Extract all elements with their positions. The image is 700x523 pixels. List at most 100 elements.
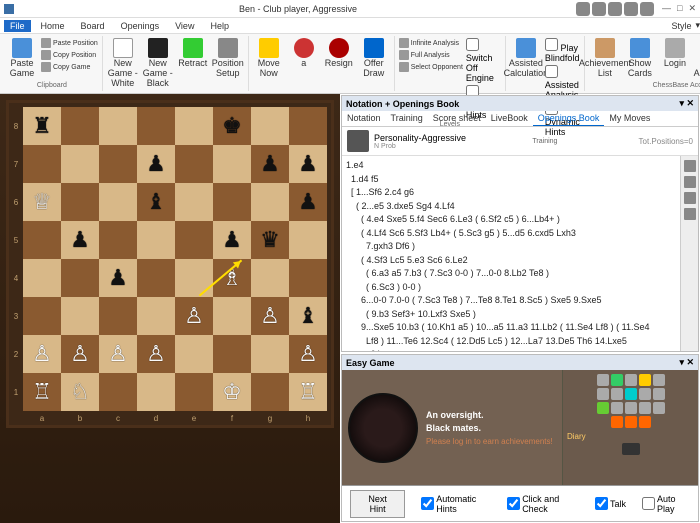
square-e6[interactable] — [175, 183, 213, 221]
square-f5[interactable]: ♟ — [213, 221, 251, 259]
style-dropdown[interactable]: Style — [671, 21, 691, 31]
square-b5[interactable]: ♟ — [61, 221, 99, 259]
square-h1[interactable]: ♖ — [289, 373, 327, 411]
square-g7[interactable]: ♟ — [251, 145, 289, 183]
square-b1[interactable]: ♘ — [61, 373, 99, 411]
hint-login-msg[interactable]: Please log in to earn achievements! — [426, 437, 553, 446]
square-e5[interactable] — [175, 221, 213, 259]
square-c2[interactable]: ♙ — [99, 335, 137, 373]
maximize-button[interactable]: □ — [677, 3, 682, 14]
square-c6[interactable] — [99, 183, 137, 221]
menu-board[interactable]: Board — [75, 20, 111, 32]
square-g1[interactable] — [251, 373, 289, 411]
switch-off-engine[interactable]: Switch Off Engine — [466, 38, 501, 83]
move-now[interactable]: Move Now — [253, 38, 285, 79]
assisted-calculation[interactable]: Assisted Calculation — [510, 38, 542, 79]
square-d3[interactable] — [137, 297, 175, 335]
square-b8[interactable] — [61, 107, 99, 145]
panel-close-icon[interactable]: ▾ ✕ — [679, 357, 694, 368]
tab-my-moves[interactable]: My Moves — [604, 111, 655, 126]
style-chevron-icon[interactable]: ▾ — [695, 20, 700, 31]
menu-home[interactable]: Home — [35, 20, 71, 32]
square-f6[interactable] — [213, 183, 251, 221]
square-h7[interactable]: ♟ — [289, 145, 327, 183]
square-d4[interactable] — [137, 259, 175, 297]
play-blindfold[interactable]: Play Blindfold — [545, 38, 580, 63]
square-b6[interactable] — [61, 183, 99, 221]
tab-scoresheet[interactable]: Score sheet — [428, 111, 486, 126]
square-a1[interactable]: ♖ — [23, 373, 61, 411]
menu-file[interactable]: File — [4, 20, 31, 32]
square-a6[interactable]: ♕ — [23, 183, 61, 221]
hint-button[interactable]: a — [288, 38, 320, 69]
square-b4[interactable] — [61, 259, 99, 297]
menu-view[interactable]: View — [169, 20, 200, 32]
next-hint-button[interactable]: Next Hint — [350, 490, 405, 518]
new-game-black[interactable]: New Game - Black — [142, 38, 174, 89]
tool-icon[interactable] — [684, 192, 696, 204]
square-g8[interactable] — [251, 107, 289, 145]
square-d8[interactable] — [137, 107, 175, 145]
square-c1[interactable] — [99, 373, 137, 411]
square-h8[interactable] — [289, 107, 327, 145]
click-and-check[interactable]: Click and Check — [507, 494, 579, 514]
menu-openings[interactable]: Openings — [115, 20, 166, 32]
tool-icon[interactable] — [684, 160, 696, 172]
square-f2[interactable] — [213, 335, 251, 373]
square-b2[interactable]: ♙ — [61, 335, 99, 373]
square-d2[interactable]: ♙ — [137, 335, 175, 373]
square-a7[interactable] — [23, 145, 61, 183]
copy-position[interactable]: Copy Position — [41, 50, 98, 60]
square-e8[interactable] — [175, 107, 213, 145]
square-g6[interactable] — [251, 183, 289, 221]
square-d7[interactable]: ♟ — [137, 145, 175, 183]
square-e4[interactable] — [175, 259, 213, 297]
close-button[interactable]: ✕ — [688, 3, 696, 14]
talk-check[interactable]: Talk — [595, 497, 626, 510]
square-e3[interactable]: ♙ — [175, 297, 213, 335]
square-e1[interactable] — [175, 373, 213, 411]
square-h4[interactable] — [289, 259, 327, 297]
position-setup[interactable]: Position Setup — [212, 38, 244, 79]
square-b3[interactable] — [61, 297, 99, 335]
square-a5[interactable] — [23, 221, 61, 259]
new-game-white[interactable]: New Game - White — [107, 38, 139, 89]
select-opponent[interactable]: Select Opponent — [399, 62, 463, 72]
chess-board[interactable]: 8♜♚7♟♟♟6♕♝♟5♟♟♛4♟♗3♙♙♝2♙♙♙♙♙1♖♘♔♖abcdefg… — [6, 100, 334, 428]
infinite-analysis[interactable]: Infinite Analysis — [399, 38, 463, 48]
square-d6[interactable]: ♝ — [137, 183, 175, 221]
full-analysis[interactable]: Full Analysis — [399, 50, 463, 60]
tool-icon[interactable] — [684, 176, 696, 188]
login-button[interactable]: Login — [659, 38, 691, 69]
square-c8[interactable] — [99, 107, 137, 145]
square-h5[interactable] — [289, 221, 327, 259]
copy-game[interactable]: Copy Game — [41, 62, 98, 72]
square-h3[interactable]: ♝ — [289, 297, 327, 335]
square-e2[interactable] — [175, 335, 213, 373]
tab-livebook[interactable]: LiveBook — [486, 111, 533, 126]
paste-game-button[interactable]: Paste Game — [6, 38, 38, 79]
square-g5[interactable]: ♛ — [251, 221, 289, 259]
square-d5[interactable] — [137, 221, 175, 259]
show-cards[interactable]: Show Cards — [624, 38, 656, 79]
retract-button[interactable]: Retract — [177, 38, 209, 69]
square-f7[interactable] — [213, 145, 251, 183]
square-b7[interactable] — [61, 145, 99, 183]
square-f8[interactable]: ♚ — [213, 107, 251, 145]
openings-tree[interactable]: 1.e4 1.d4 f5 [ 1...Sf6 2.c4 g6 ( 2...e5 … — [342, 156, 680, 351]
square-g2[interactable] — [251, 335, 289, 373]
square-f3[interactable] — [213, 297, 251, 335]
square-c4[interactable]: ♟ — [99, 259, 137, 297]
square-a2[interactable]: ♙ — [23, 335, 61, 373]
square-a4[interactable] — [23, 259, 61, 297]
square-d1[interactable] — [137, 373, 175, 411]
square-h2[interactable]: ♙ — [289, 335, 327, 373]
automatic-hints-check[interactable]: Automatic Hints — [421, 494, 491, 514]
auto-play-check[interactable]: Auto Play — [642, 494, 690, 514]
achievement-list[interactable]: Achievement List — [589, 38, 621, 79]
square-c5[interactable] — [99, 221, 137, 259]
tool-icon[interactable] — [684, 208, 696, 220]
resign-button[interactable]: Resign — [323, 38, 355, 69]
minimize-button[interactable]: — — [662, 3, 671, 14]
tab-training[interactable]: Training — [386, 111, 428, 126]
